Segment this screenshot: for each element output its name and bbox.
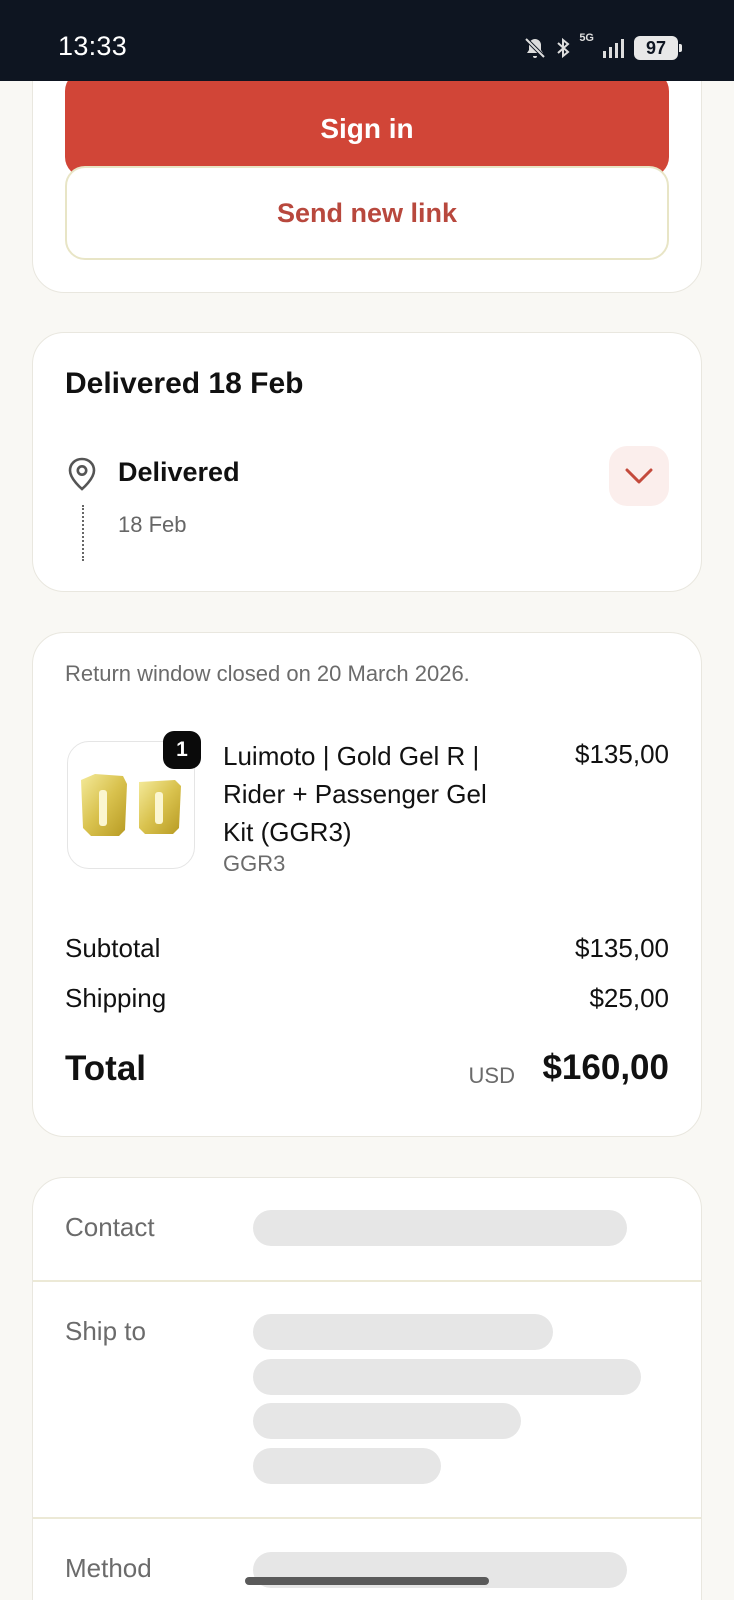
product-name: Luimoto | Gold Gel R | Rider + Passenger…: [223, 741, 487, 847]
delivery-card: Delivered 18 Feb Delivered 18 Feb: [32, 332, 702, 592]
gel-pad-image: [81, 774, 181, 836]
shipping-label: Shipping: [65, 983, 167, 1013]
bluetooth-icon: [557, 37, 570, 59]
divider: [33, 1517, 701, 1519]
network-type: 5G: [579, 32, 594, 44]
product-price: $135,00: [575, 739, 669, 769]
delivery-status: Delivered: [118, 457, 240, 487]
chevron-down-icon: [625, 468, 653, 484]
customer-info-card: Contact Ship to Method: [32, 1177, 702, 1600]
order-status-page: 13:33 5G 97 Sign in Send new link Delive…: [0, 0, 734, 1600]
subtotal-label: Subtotal: [65, 933, 161, 963]
address-skeleton-line: [253, 1403, 521, 1439]
shipping-value: $25,00: [589, 983, 669, 1013]
status-time: 13:33: [58, 31, 128, 61]
status-bar: 13:33 5G 97: [0, 0, 734, 81]
address-skeleton-line: [253, 1359, 641, 1395]
delivery-title: Delivered 18 Feb: [65, 367, 304, 400]
address-skeleton-line: [253, 1448, 441, 1484]
quantity-badge: 1: [163, 731, 201, 769]
delivery-date: 18 Feb: [118, 512, 187, 537]
signal-icon: [603, 39, 624, 58]
sign-in-button[interactable]: Sign in: [65, 71, 669, 177]
return-window-note: Return window closed on 20 March 2026.: [65, 661, 470, 686]
order-summary-card: Return window closed on 20 March 2026. 1…: [32, 632, 702, 1137]
bell-off-icon: [524, 37, 546, 59]
total-label: Total: [65, 1049, 147, 1088]
product-sku: GGR3: [223, 851, 286, 876]
contact-label: Contact: [65, 1212, 155, 1242]
home-indicator[interactable]: [245, 1577, 489, 1585]
ship-to-label: Ship to: [65, 1316, 146, 1346]
method-label: Method: [65, 1553, 152, 1583]
send-new-link-button[interactable]: Send new link: [65, 166, 669, 260]
total-currency: USD: [468, 1063, 515, 1088]
subtotal-value: $135,00: [575, 933, 669, 963]
address-skeleton-line: [253, 1314, 553, 1350]
timeline-line: [82, 505, 84, 561]
status-icons: 5G 97: [523, 32, 682, 62]
divider: [33, 1280, 701, 1282]
total-value: $160,00: [542, 1048, 669, 1087]
battery-icon: 97: [634, 36, 682, 60]
location-pin-icon: [68, 457, 96, 491]
contact-skeleton: [253, 1210, 627, 1246]
expand-tracking-button[interactable]: [609, 446, 669, 506]
